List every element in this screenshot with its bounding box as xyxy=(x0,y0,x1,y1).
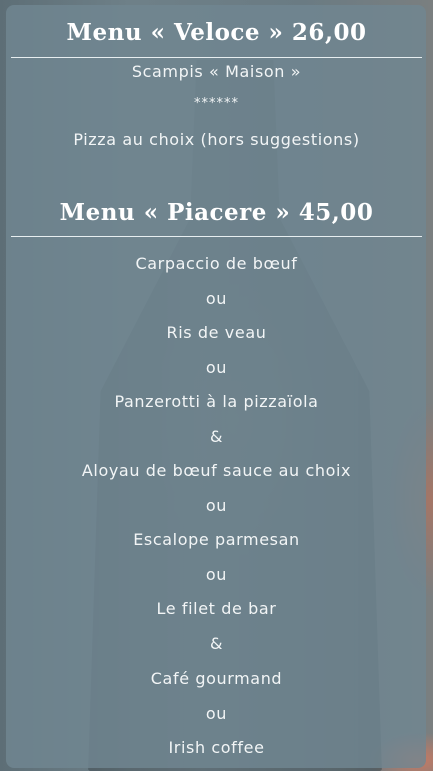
menu-piacere-item: Panzerotti à la pizzaïola xyxy=(114,392,319,411)
menu-piacere-connector: ou xyxy=(205,565,228,584)
menu-piacere-item: Carpaccio de bœuf xyxy=(135,254,298,273)
menu-piacere-divider xyxy=(11,236,422,237)
menu-veloce-separator: ****** xyxy=(194,96,239,111)
menu-piacere-connector: ou xyxy=(205,704,228,723)
menu-piacere-connector: ou xyxy=(205,496,228,515)
menu-piacere-title: Menu « Piacere » 45,00 xyxy=(59,199,374,226)
menu-piacere-connector: & xyxy=(209,427,224,446)
menu-piacere-item: Irish coffee xyxy=(168,738,265,757)
menu-panel xyxy=(6,5,426,768)
menu-piacere-item: Le filet de bar xyxy=(156,599,277,618)
menu-piacere-item: Escalope parmesan xyxy=(133,530,300,549)
menu-piacere-item: Ris de veau xyxy=(166,323,267,342)
menu-piacere-item: Aloyau de bœuf sauce au choix xyxy=(81,461,352,480)
menu-veloce-divider xyxy=(11,57,422,58)
menu-veloce-title: Menu « Veloce » 26,00 xyxy=(66,19,367,46)
menu-piacere-connector: ou xyxy=(205,358,228,377)
menu-veloce-item: Scampis « Maison » xyxy=(131,62,302,81)
menu-veloce-item: Pizza au choix (hors suggestions) xyxy=(73,130,360,149)
menu-piacere-connector: ou xyxy=(205,289,228,308)
menu-piacere-connector: & xyxy=(209,634,224,653)
menu-piacere-item: Café gourmand xyxy=(150,669,283,688)
